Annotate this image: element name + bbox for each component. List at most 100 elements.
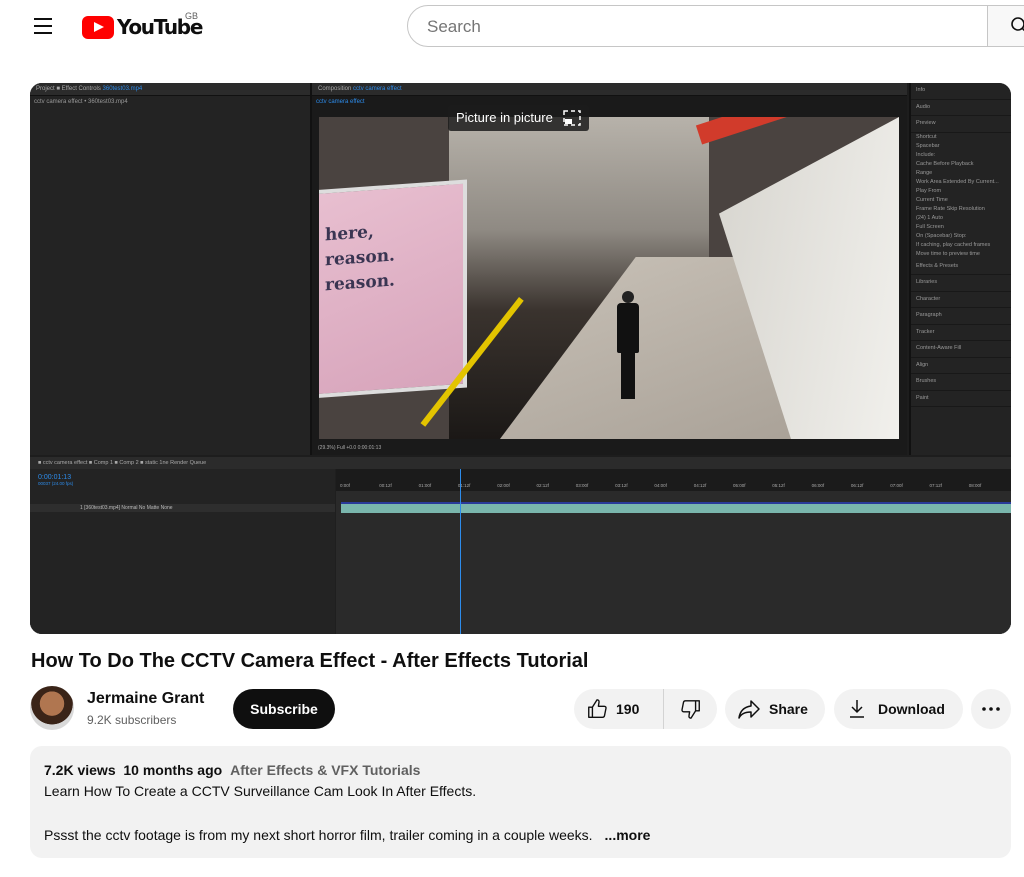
ae-panel-item: Brushes [911, 374, 1011, 391]
view-count: 7.2K views [44, 762, 116, 778]
search-button[interactable] [987, 5, 1024, 47]
ruler-tick-label: 06:00f [811, 483, 825, 488]
ae-panel-item: Audio [911, 100, 1011, 116]
upload-date: 10 months ago [123, 762, 223, 778]
ae-panel-item: Full Screen [916, 223, 944, 230]
search-box [407, 5, 1024, 47]
thumbs-up-icon [588, 699, 607, 718]
fps-readout: 00037 (24.00 fps) [38, 481, 74, 486]
ae-panel-item: Character [911, 292, 1011, 308]
layer-list: 0:00:01:13 00037 (24.00 fps) 1 [360test0… [30, 469, 335, 634]
ae-panel-item: Range [916, 169, 933, 176]
like-dislike-group: 190 [574, 689, 717, 729]
time-ruler: 0:00f 00:12f 01:00f 01:12f 02:00f 02:12f 03:00… [336, 469, 1011, 491]
more-horizontal-icon [982, 707, 1000, 711]
ae-panel-item: Align [911, 358, 1011, 374]
ruler-tick-label: 06:12f [850, 483, 864, 488]
ae-panel-item: Include: [916, 151, 936, 158]
youtube-play-icon [82, 15, 114, 39]
ae-panel-item: Cache Before Playback [916, 160, 974, 167]
ae-right-panel: Info Audio Preview Shortcut Spacebar Include:… [909, 83, 1011, 455]
ae-panel-item: Content-Aware Fill [911, 341, 1011, 358]
ruler-tick-label: 0:00f [340, 483, 351, 488]
ruler-tick-label: 02:00f [497, 483, 510, 488]
thumbs-down-icon [680, 700, 700, 719]
share-label: Share [769, 701, 808, 717]
comp-tabs: Composition cctv camera effect [312, 83, 907, 96]
ae-panel-item: On (Spacebar) Stop: [916, 232, 967, 239]
ae-panel-item: If caching, play cached frames [916, 241, 991, 248]
share-icon [738, 700, 760, 719]
more-actions-button[interactable] [971, 689, 1011, 729]
current-time-indicator [460, 469, 461, 634]
ruler-tick-label: 07:00f [890, 483, 903, 488]
ae-panel-item: Effects & Presets [911, 259, 1011, 275]
ruler-tick-label: 04:12f [693, 483, 707, 488]
download-icon [850, 700, 864, 718]
timeline-panel: ■ cctv camera effect ■ Comp 1 ■ Comp 2 ■… [30, 457, 1011, 634]
ae-panel-item: Paint [911, 391, 1011, 407]
poster-text: here, reason. reason. [325, 221, 395, 296]
poster: here, reason. reason. [319, 179, 467, 399]
picture-in-picture-tooltip: Picture in picture [448, 105, 589, 131]
timecode: 0:00:01:13 [38, 474, 72, 481]
show-more-link[interactable]: ...more [605, 827, 651, 843]
ae-panel-item: Libraries [911, 275, 1011, 292]
ae-panel-item: Tracker [911, 325, 1011, 341]
comp-subtab: cctv camera effect [316, 99, 365, 105]
composition-viewer: here, reason. reason. [319, 117, 899, 439]
ruler-tick-label: 00:12f [379, 483, 392, 488]
ae-panel-item: Shortcut [916, 133, 937, 140]
search-input[interactable] [425, 16, 969, 38]
ruler-tick-label: 05:12f [772, 483, 785, 488]
description-line-1: Learn How To Create a CCTV Surveillance … [44, 783, 477, 799]
ae-panel-item: Spacebar [916, 142, 940, 149]
ruler-tick-label: 07:12f [929, 483, 943, 488]
like-count: 190 [616, 701, 640, 717]
ae-panel-item: Move time to preview time [916, 250, 980, 257]
ae-panel-item: Current Time [916, 196, 948, 203]
country-code: GB [185, 11, 199, 21]
picture-in-picture-icon[interactable] [563, 110, 581, 126]
download-button[interactable]: Download [834, 689, 963, 729]
description-box[interactable]: 7.2K views 10 months ago After Effects &… [30, 746, 1011, 858]
subscribe-button[interactable]: Subscribe [233, 689, 335, 729]
ruler-tick-label: 08:00f [968, 483, 982, 488]
timeline-tabs: ■ cctv camera effect ■ Comp 1 ■ Comp 2 ■… [30, 457, 1011, 469]
layer-row: 1 [360test03.mp4] Normal No Matte None [30, 504, 335, 512]
ae-panel-item: Preview [911, 116, 1011, 133]
pip-label: Picture in picture [456, 110, 553, 125]
search-icon [1011, 17, 1024, 32]
video-player[interactable]: Project ■ Effect Controls 360test03.mp4 … [30, 83, 1011, 634]
subscriber-count: 9.2K subscribers [87, 713, 177, 727]
download-label: Download [878, 701, 945, 717]
timeline-track-area: 0:00f 00:12f 01:00f 01:12f 02:00f 02:12f 03:00… [336, 469, 1011, 634]
effect-controls-panel: Project ■ Effect Controls 360test03.mp4 … [30, 83, 312, 455]
ruler-tick-label: 05:00f [733, 483, 746, 488]
ruler-tick-label: 02:12f [536, 483, 550, 488]
share-button[interactable]: Share [725, 689, 825, 729]
left-panel-tabs: Project ■ Effect Controls 360test03.mp4 [30, 83, 310, 96]
top-bar: YouTube GB [0, 0, 1024, 56]
person-figure [617, 291, 639, 401]
video-title: How To Do The CCTV Camera Effect - After… [31, 650, 589, 672]
channel-name[interactable]: Jermaine Grant [87, 690, 204, 708]
dislike-button[interactable] [664, 689, 717, 729]
ae-panel-item: Work Area Extended By Current... [916, 178, 999, 185]
ruler-tick-label: 03:12f [615, 483, 628, 488]
ae-panel-item: Paragraph [911, 308, 1011, 325]
description-line-2: Pssst the cctv footage is from my next s… [44, 827, 651, 843]
like-button[interactable]: 190 [574, 689, 664, 729]
ae-panel-item: Info [911, 83, 1011, 100]
ae-panel-item: (24) 1 Auto [916, 214, 943, 221]
left-panel-subtitle: cctv camera effect • 360test03.mp4 [34, 99, 128, 105]
channel-avatar[interactable] [30, 686, 74, 730]
ae-panel-item: Play From [916, 187, 942, 194]
ae-panel-item: Frame Rate Skip Resolution [916, 205, 985, 212]
ruler-tick-label: 01:00f [418, 483, 432, 488]
ruler-tick-label: 04:00f [654, 483, 667, 488]
video-meta: 7.2K views 10 months ago After Effects &… [44, 762, 420, 778]
category-tag[interactable]: After Effects & VFX Tutorials [230, 762, 420, 778]
layer-track-bar [341, 502, 1011, 513]
menu-icon[interactable] [26, 14, 60, 40]
